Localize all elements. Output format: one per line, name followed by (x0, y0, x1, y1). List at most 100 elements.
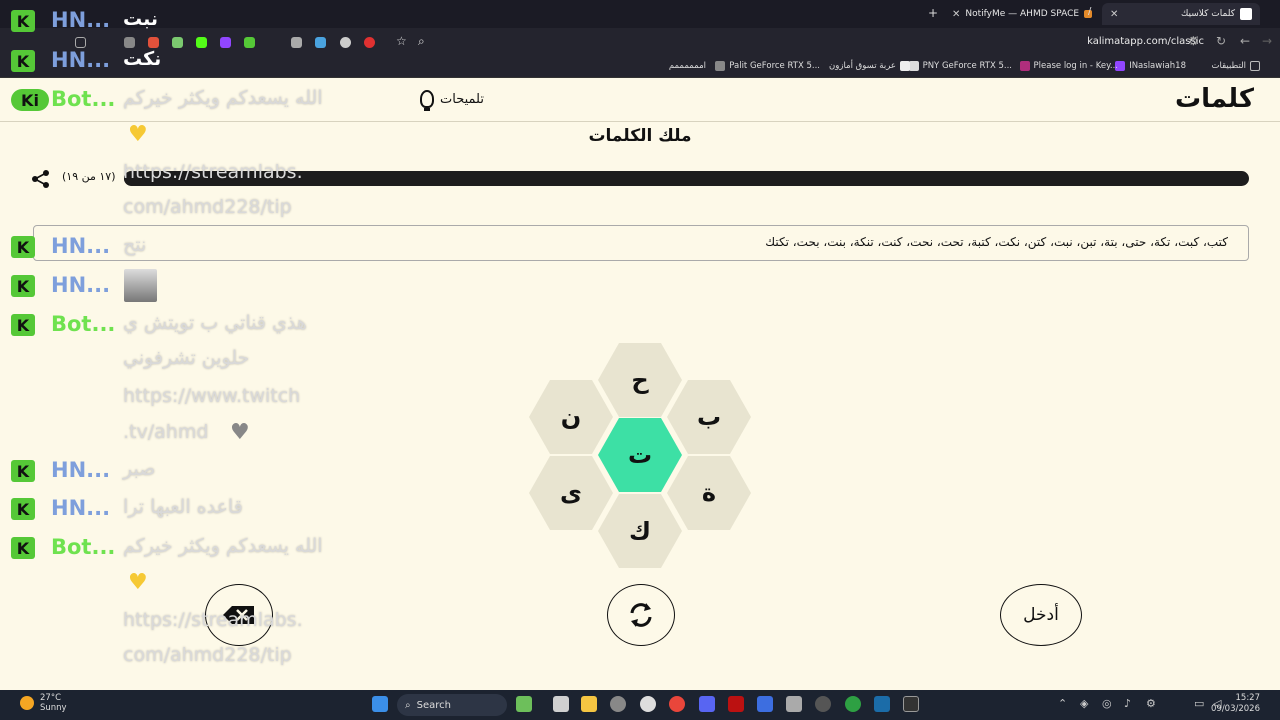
kick-badge-icon: K (11, 236, 35, 258)
new-tab-icon[interactable]: + (928, 6, 938, 20)
chat-username: Bot... (51, 535, 116, 559)
chat-text: com/ahmd228/tip (123, 196, 292, 218)
kick-badge-icon: K (11, 314, 35, 336)
chrome-icon[interactable] (669, 696, 685, 712)
level-title: ملك الكلمات (588, 126, 692, 146)
extension-icon[interactable] (172, 37, 183, 48)
address-bar[interactable]: kalimatapp.com/classic (1087, 36, 1204, 47)
app-icon[interactable] (610, 696, 626, 712)
bookmark-item[interactable]: Palit GeForce RTX 5... (715, 61, 820, 71)
chat-text: الله يسعدكم ويكثر خيركم (123, 535, 323, 557)
letter-hex-top-left[interactable]: ن (529, 380, 613, 454)
bookmark-item[interactable]: INaslawiah18 (1115, 61, 1186, 71)
found-words-list: كتب، كبت، تكة، حتى، بتة، تبن، نبت، كتن، … (765, 235, 1228, 249)
shuffle-icon (630, 603, 652, 627)
app-icon[interactable] (516, 696, 532, 712)
app-icon[interactable] (757, 696, 773, 712)
chat-username: HN... (51, 496, 111, 520)
chat-text: قاعده العبها ترا (123, 496, 243, 518)
windows-start-icon[interactable] (372, 696, 388, 712)
reload-icon[interactable]: ↻ (1216, 34, 1226, 48)
tray-icon[interactable]: ⚙ (1146, 697, 1156, 710)
tab-kalimat[interactable]: ✕ كلمات كلاسيك (1102, 3, 1260, 25)
enter-button[interactable]: أدخل (1000, 584, 1082, 646)
shuffle-button[interactable] (607, 584, 675, 646)
extension-icon[interactable] (244, 37, 255, 48)
search-icon: ⌕ (405, 699, 411, 711)
terminal-icon[interactable] (903, 696, 919, 712)
kick-badge-icon: K (11, 275, 35, 297)
taskbar-clock[interactable]: 15:27 09/03/2026 (1211, 693, 1260, 715)
delete-button[interactable] (205, 584, 273, 646)
letter-hex-center[interactable]: ت (598, 418, 682, 492)
chat-text: حلوين تشرفوني (123, 347, 250, 369)
taskbar-search[interactable]: ⌕ Search (397, 694, 507, 716)
bookmark-star-icon[interactable]: ☆ (396, 34, 407, 48)
mute-icon[interactable] (291, 37, 302, 48)
zoom-icon[interactable]: ⌕ (418, 34, 425, 49)
microphone-icon[interactable]: ♪ (1124, 697, 1131, 710)
forward-icon[interactable]: → (1262, 34, 1272, 48)
letter-hex-top-right[interactable]: ب (667, 380, 751, 454)
chat-text: هذي قناتي ب تويتش ي (123, 312, 307, 334)
bookmark-item[interactable]: عربة تسوق أمازون (829, 61, 910, 71)
extension-icon[interactable] (196, 37, 207, 48)
letter-hex-top[interactable]: ح (598, 343, 682, 417)
tray-icon[interactable]: ◎ (1102, 697, 1112, 710)
extension-icon[interactable] (148, 37, 159, 48)
chat-text: صبر (123, 458, 156, 480)
extension-icon[interactable] (220, 37, 231, 48)
letter-hex-bottom[interactable]: ك (598, 494, 682, 568)
letter-hex-bottom-right[interactable]: ة (667, 456, 751, 530)
discord-icon[interactable] (699, 696, 715, 712)
tray-chevron-icon[interactable]: ⌃ (1058, 697, 1067, 710)
kick-badge-icon: K (11, 498, 35, 520)
progress-fill (124, 171, 1131, 186)
tray-icon[interactable]: ◈ (1080, 697, 1088, 710)
found-words-box[interactable]: كتب، كبت، تكة، حتى، بتة، تبن، نبت، كتن، … (33, 225, 1249, 261)
kick-badge-icon: K (11, 537, 35, 559)
app-icon[interactable] (640, 696, 656, 712)
app-icon[interactable] (815, 696, 831, 712)
back-icon[interactable]: ← (1240, 34, 1250, 48)
extension-icon[interactable] (75, 37, 86, 48)
lightbulb-icon (420, 90, 434, 111)
yellow-heart-icon: ♥ (128, 570, 148, 595)
site-settings-icon[interactable]: ⚙ (1188, 34, 1199, 48)
site-logo[interactable]: كلمات (1175, 84, 1254, 114)
close-tab-icon[interactable]: ✕ (1110, 9, 1118, 20)
site-header: تلميحات كلمات (0, 78, 1280, 122)
app-icon[interactable] (553, 696, 569, 712)
letter-hex-bottom-left[interactable]: ى (529, 456, 613, 530)
hints-button[interactable]: تلميحات (420, 90, 484, 111)
bookmark-item[interactable]: PNY GeForce RTX 5... (908, 61, 1012, 71)
app-icon[interactable] (786, 696, 802, 712)
extension-icon[interactable] (124, 37, 135, 48)
weather-widget[interactable]: 27°C Sunny (20, 693, 67, 713)
app-icon[interactable] (728, 696, 744, 712)
bookmark-item[interactable]: Please log in - Key... (1019, 61, 1118, 71)
file-explorer-icon[interactable] (581, 696, 597, 712)
tab-favicon-slash-icon: / (1088, 6, 1092, 17)
steam-icon[interactable] (874, 696, 890, 712)
chat-username: Bot... (51, 312, 116, 336)
network-icon[interactable]: ▭ (1194, 697, 1204, 710)
clock-time: 15:27 (1235, 693, 1261, 703)
apps-grid-icon (1250, 61, 1260, 71)
progress-count: (١٧ من ١٩) (62, 170, 116, 183)
bookmark-item[interactable]: اممممممم (669, 61, 706, 71)
close-tab-icon[interactable]: ✕ (952, 9, 960, 20)
search-label: Search (416, 699, 451, 711)
kick-badge-icon: K (11, 460, 35, 482)
extension-icon[interactable] (364, 37, 375, 48)
tab-label: NotifyMe — AHMD SPACE (965, 9, 1080, 19)
tab-label: كلمات كلاسيك (1180, 9, 1235, 19)
share-icon[interactable] (31, 169, 51, 189)
chat-text: com/ahmd228/tip (123, 644, 292, 666)
extension-icon[interactable] (315, 37, 326, 48)
extension-icon[interactable] (340, 37, 351, 48)
chat-text: .tv/ahmd (123, 421, 209, 443)
bookmark-apps[interactable]: التطبيقات (1211, 61, 1260, 71)
chrome-icon[interactable] (845, 696, 861, 712)
tab-notifyme[interactable]: ✕ NotifyMe — AHMD SPACE (952, 3, 1093, 25)
